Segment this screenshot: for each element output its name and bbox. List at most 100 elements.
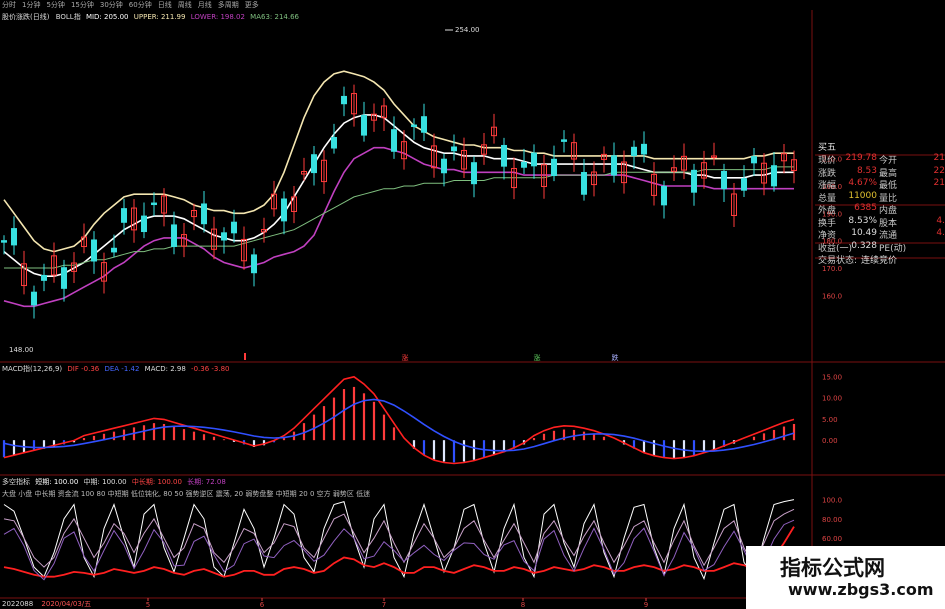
quote-cell: 11000 [848,190,877,201]
candle-body [1,240,7,243]
quote-cell: 总量 [818,193,837,204]
quote-cell: 量比 [879,193,898,204]
candle-body [91,239,97,262]
quote-cell: 净资 [818,231,837,241]
candle-body [121,208,127,223]
macd-axis-tick: 0.00 [822,437,838,445]
osc-axis-tick: 100.0 [822,497,842,505]
macd-axis-tick: 10.00 [822,395,842,403]
candle-body [41,274,47,281]
quote-cell: 外盘 [818,206,837,216]
quote-row: 净资 10.49 流通 4. [815,228,945,241]
candle-body [611,155,617,176]
quote-row: 收益(一) 0.328 PE(动) [815,241,945,254]
quote-row: 总量 11000 量比 [815,191,945,204]
candle-body [691,169,697,193]
quote-cell: 4. [936,215,945,226]
candle-body [231,221,237,234]
watermark-title: 指标公式网 [780,556,885,580]
candle-body [361,114,367,136]
candle-body [31,291,37,306]
quote-row: 外盘 6385 内盘 [815,203,945,216]
osc-1-line [3,508,795,568]
candle-body [141,215,147,233]
candle-body [171,224,177,247]
candle-body [561,139,567,142]
candle-body [441,158,447,174]
status-bar: 2022088 2020/04/03/五 [2,599,91,609]
quote-cell: 交易状态: [818,256,858,266]
watermark-logo: 指标公式网 www.zbgs3.com [746,546,945,609]
price-axis-tick: 160.0 [822,292,842,300]
quote-cell: 21 [933,178,945,188]
quote-panel: 买五 现价 219.78 今开 21 涨跌 8.53 最高 22 涨幅 4.67% 最低 21 总量 11… [815,140,945,275]
candle-body [771,165,777,187]
x-axis-label: 8 [521,601,525,609]
quote-row: 换手 8.53% 股本 4. [815,216,945,229]
candle-body [521,161,527,168]
macd-axis-tick: 15.00 [822,373,842,381]
quote-cell: 最低 [879,181,898,191]
candle-body [201,203,207,225]
candle-body [741,178,747,191]
boll-mid-line [3,114,794,278]
quote-cell: 6385 [854,203,877,213]
osc-axis-tick: 80.00 [822,516,842,524]
x-axis-label: 9 [644,601,648,609]
quote-cell: 内盘 [879,206,898,216]
quote-cell: 连续竞价 [861,256,898,266]
quote-cell: 8.53% [848,215,877,226]
osc-0-line [3,499,795,581]
candle-body [151,202,157,206]
price-high-label: 254.00 [455,26,480,34]
candle-body [111,247,117,253]
candle-body [661,185,667,206]
candle-body [581,172,587,195]
x-axis-label: 5 [146,601,150,609]
quote-cell: 流通 [879,231,898,241]
candle-body [331,137,337,149]
quote-cell: 4.67% [848,178,877,188]
quote-cell: 涨幅 [818,181,837,191]
quote-cell: 22 [933,165,945,176]
candle-body [451,146,457,152]
quote-cell: 涨跌 [818,168,837,179]
status-code: 2022088 [2,600,34,608]
quote-cell: 4. [936,228,945,238]
candle-body [341,95,347,105]
candle-body [251,254,257,274]
x-axis-label: 6 [260,601,265,609]
candle-body [411,124,417,128]
quote-cell: 收益(一) [818,243,853,254]
macd-dif-line [3,375,795,465]
chart-canvas[interactable]: 254.00148.00210.0200.0190.0180.0170.0160… [0,0,945,609]
signal-mark: 跌 [612,353,619,362]
candle-body [751,156,757,164]
candle-body [61,267,67,289]
candle-body [311,154,317,174]
candle-body [391,129,397,152]
quote-cell: 8.53 [856,165,877,176]
quote-row: 涨跌 8.53 最高 22 [815,166,945,179]
quote-cell: 现价 [818,156,837,166]
x-axis-label: 7 [382,601,386,609]
osc-axis-tick: 60.00 [822,535,842,543]
candle-body [531,152,537,167]
quote-cell: 219.78 [845,153,878,163]
candle-body [221,232,227,241]
quote-cell: 最高 [879,168,898,179]
candle-body [281,198,287,222]
candle-body [471,162,477,185]
quote-cell: 10.49 [851,228,877,238]
boll-upper-line [3,70,794,253]
candle-body [421,116,427,133]
signal-mark: 涨 [534,353,541,362]
quote-cell: 0.328 [851,240,877,251]
quote-cell: 今开 [879,156,898,166]
price-low-label: 148.00 [9,346,34,354]
quote-row: 现价 219.78 今开 21 [815,153,945,166]
candle-body [721,170,727,190]
quote-cell: 21 [933,153,945,163]
watermark-url: www.zbgs3.com [788,580,934,599]
quote-row: 涨幅 4.67% 最低 21 [815,178,945,191]
